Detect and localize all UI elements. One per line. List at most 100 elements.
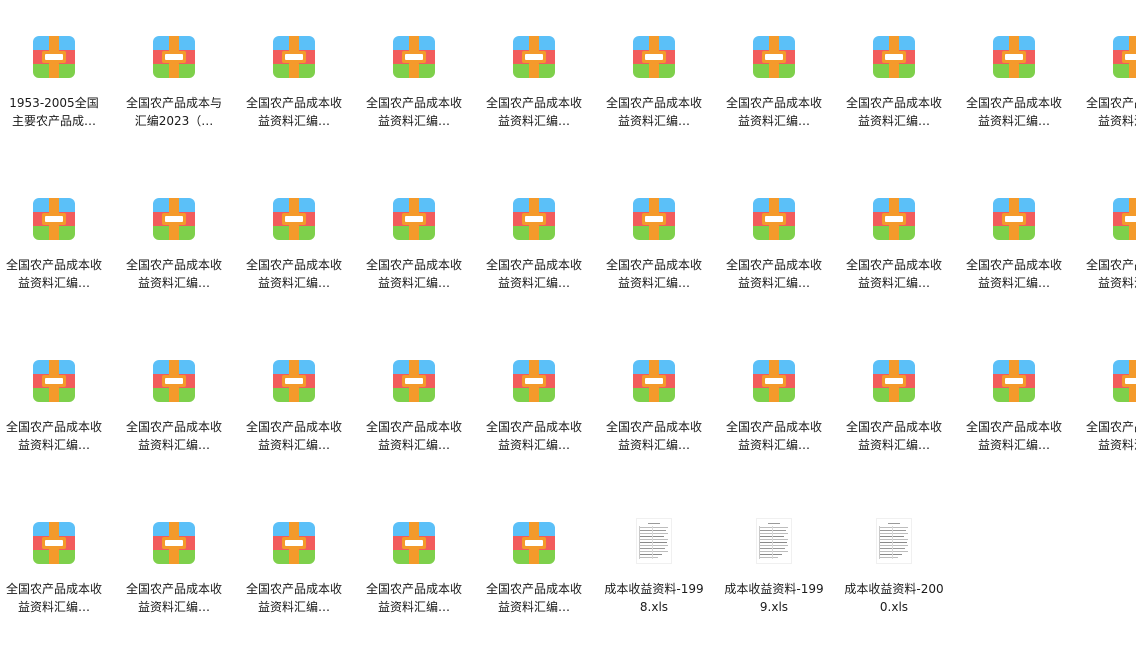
archive-file-icon bbox=[513, 522, 555, 564]
archive-file-item[interactable]: 全国农产品成本收益资料汇编… bbox=[720, 162, 830, 302]
archive-file-item[interactable]: 全国农产品成本收益资料汇编… bbox=[480, 486, 590, 626]
archive-file-icon bbox=[273, 360, 315, 402]
archive-file-item[interactable]: 全国农产品成本收益资料汇编… bbox=[0, 162, 110, 302]
file-name-label: 全国农产品成本收益资料汇编… bbox=[965, 258, 1062, 290]
archive-file-item[interactable]: 全国农产品成本收益资料汇编… bbox=[720, 324, 830, 464]
archive-file-item[interactable]: 全国农产品成本收益资料汇编… bbox=[960, 324, 1070, 464]
archive-file-item[interactable]: 全国农产品成本收益资料汇编… bbox=[120, 324, 230, 464]
archive-file-icon bbox=[1113, 36, 1136, 78]
archive-file-item[interactable]: 全国农产品成本收益资料汇编… bbox=[840, 324, 950, 464]
file-name-label: 全国农产品成本收益资料汇编… bbox=[605, 258, 702, 290]
file-name-label: 全国农产品成本收益资料汇编… bbox=[125, 420, 222, 452]
archive-file-icon bbox=[153, 360, 195, 402]
archive-file-item[interactable]: 全国农产品成本收益资料汇编… bbox=[600, 0, 710, 140]
archive-file-icon bbox=[153, 198, 195, 240]
file-name-label: 全国农产品成本收益资料汇编… bbox=[245, 420, 342, 452]
archive-file-item[interactable]: 全国农产品成本收益资料汇编… bbox=[480, 162, 590, 302]
archive-file-item[interactable]: 全国农产品成本收益资料汇编… bbox=[840, 162, 950, 302]
archive-file-item[interactable]: 全国农产品成本收益资料汇编… bbox=[360, 162, 470, 302]
file-name-label: 成本收益资料-1999.xls bbox=[724, 582, 824, 614]
file-name-label: 全国农产品成本收益资料汇编… bbox=[365, 258, 462, 290]
archive-file-icon bbox=[513, 36, 555, 78]
archive-file-icon bbox=[33, 198, 75, 240]
archive-file-item[interactable]: 全国农产品成本收益资料汇编… bbox=[600, 324, 710, 464]
file-name-label: 1953-2005全国主要农产品成… bbox=[9, 96, 99, 128]
archive-file-icon bbox=[753, 36, 795, 78]
archive-file-icon bbox=[633, 198, 675, 240]
file-name-label: 全国农产品成本收益资料汇编… bbox=[845, 258, 942, 290]
file-name-label: 全国农产品成本收益资料汇编… bbox=[725, 258, 822, 290]
file-name-label: 全国农产品成本收益资料汇编… bbox=[725, 420, 822, 452]
archive-file-icon bbox=[153, 522, 195, 564]
spreadsheet-file-item[interactable]: 成本收益资料-1999.xls bbox=[720, 486, 830, 626]
archive-file-item[interactable]: 全国农产品成本收益资料汇编… bbox=[240, 162, 350, 302]
file-name-label: 成本收益资料-2000.xls bbox=[844, 582, 944, 614]
archive-file-item[interactable]: 全国农产品成本收益资料汇编… bbox=[600, 162, 710, 302]
file-name-label: 全国农产品成本收益资料汇编… bbox=[365, 420, 462, 452]
archive-file-item[interactable]: 全国农产品成本收益资料汇编… bbox=[0, 324, 110, 464]
archive-file-icon bbox=[873, 36, 915, 78]
file-name-label: 全国农产品成本收益资料汇编… bbox=[5, 258, 102, 290]
file-name-label: 全国农产品成本收益资料汇编… bbox=[125, 582, 222, 614]
archive-file-item[interactable]: 全国农产品成本收益资料汇编… bbox=[720, 0, 830, 140]
archive-file-icon bbox=[33, 360, 75, 402]
archive-file-icon bbox=[633, 36, 675, 78]
archive-file-icon bbox=[273, 522, 315, 564]
file-name-label: 全国农产品成本收益资料汇编… bbox=[125, 258, 222, 290]
archive-file-icon bbox=[633, 360, 675, 402]
archive-file-icon bbox=[1113, 198, 1136, 240]
archive-file-item[interactable]: 全国农产品成本收益资料汇编… bbox=[360, 324, 470, 464]
file-name-label: 全国农产品成本收益资料汇编… bbox=[845, 96, 942, 128]
archive-file-item[interactable]: 全国农产品成本与汇编2023（… bbox=[120, 0, 230, 140]
file-name-label: 全国农产品成本收益资料汇编… bbox=[245, 258, 342, 290]
file-grid: 1953-2005全国主要农产品成… 全国农产品成本与汇编2023（… 全国农产… bbox=[0, 0, 1136, 648]
archive-file-item[interactable]: 全国农产品成本收益资料汇编… bbox=[1080, 324, 1136, 464]
file-name-label: 全国农产品成本收益资料汇编… bbox=[1085, 420, 1136, 452]
archive-file-icon bbox=[513, 360, 555, 402]
file-name-label: 全国农产品成本收益资料汇编… bbox=[605, 96, 702, 128]
archive-file-item[interactable]: 全国农产品成本收益资料汇编… bbox=[240, 324, 350, 464]
file-name-label: 全国农产品成本收益资料汇编… bbox=[485, 420, 582, 452]
archive-file-item[interactable]: 全国农产品成本收益资料汇编… bbox=[480, 324, 590, 464]
file-name-label: 成本收益资料-1998.xls bbox=[604, 582, 704, 614]
archive-file-item[interactable]: 全国农产品成本收益资料汇编… bbox=[360, 0, 470, 140]
archive-file-item[interactable]: 全国农产品成本收益资料汇编… bbox=[960, 162, 1070, 302]
spreadsheet-file-item[interactable]: 成本收益资料-1998.xls bbox=[600, 486, 710, 626]
archive-file-item[interactable]: 全国农产品成本收益资料汇编… bbox=[240, 486, 350, 626]
archive-file-item[interactable]: 全国农产品成本收益资料汇编… bbox=[120, 486, 230, 626]
spreadsheet-file-item[interactable]: 成本收益资料-2000.xls bbox=[840, 486, 950, 626]
archive-file-icon bbox=[393, 360, 435, 402]
file-name-label: 全国农产品成本收益资料汇编… bbox=[965, 420, 1062, 452]
archive-file-item[interactable]: 全国农产品成本收益资料汇编… bbox=[480, 0, 590, 140]
archive-file-icon bbox=[993, 360, 1035, 402]
file-name-label: 全国农产品成本收益资料汇编… bbox=[5, 582, 102, 614]
archive-file-icon bbox=[33, 522, 75, 564]
archive-file-item[interactable]: 全国农产品成本收益资料汇编… bbox=[360, 486, 470, 626]
file-name-label: 全国农产品成本收益资料汇编… bbox=[1085, 258, 1136, 290]
archive-file-icon bbox=[513, 198, 555, 240]
archive-file-item[interactable]: 全国农产品成本收益资料汇编… bbox=[840, 0, 950, 140]
spreadsheet-file-icon bbox=[636, 518, 672, 564]
archive-file-item[interactable]: 全国农产品成本收益资料汇编… bbox=[240, 0, 350, 140]
archive-file-icon bbox=[873, 198, 915, 240]
spreadsheet-file-icon bbox=[876, 518, 912, 564]
archive-file-icon bbox=[33, 36, 75, 78]
file-name-label: 全国农产品成本收益资料汇编… bbox=[5, 420, 102, 452]
archive-file-item[interactable]: 全国农产品成本收益资料汇编… bbox=[1080, 0, 1136, 140]
archive-file-icon bbox=[993, 36, 1035, 78]
archive-file-item[interactable]: 全国农产品成本收益资料汇编… bbox=[1080, 162, 1136, 302]
file-name-label: 全国农产品成本收益资料汇编… bbox=[1085, 96, 1136, 128]
archive-file-icon bbox=[393, 36, 435, 78]
archive-file-item[interactable]: 1953-2005全国主要农产品成… bbox=[0, 0, 110, 140]
archive-file-item[interactable]: 全国农产品成本收益资料汇编… bbox=[0, 486, 110, 626]
file-name-label: 全国农产品成本与汇编2023（… bbox=[125, 96, 222, 128]
file-name-label: 全国农产品成本收益资料汇编… bbox=[845, 420, 942, 452]
archive-file-icon bbox=[273, 36, 315, 78]
file-name-label: 全国农产品成本收益资料汇编… bbox=[965, 96, 1062, 128]
archive-file-item[interactable]: 全国农产品成本收益资料汇编… bbox=[960, 0, 1070, 140]
file-name-label: 全国农产品成本收益资料汇编… bbox=[605, 420, 702, 452]
archive-file-icon bbox=[993, 198, 1035, 240]
archive-file-icon bbox=[393, 198, 435, 240]
archive-file-icon bbox=[273, 198, 315, 240]
archive-file-item[interactable]: 全国农产品成本收益资料汇编… bbox=[120, 162, 230, 302]
